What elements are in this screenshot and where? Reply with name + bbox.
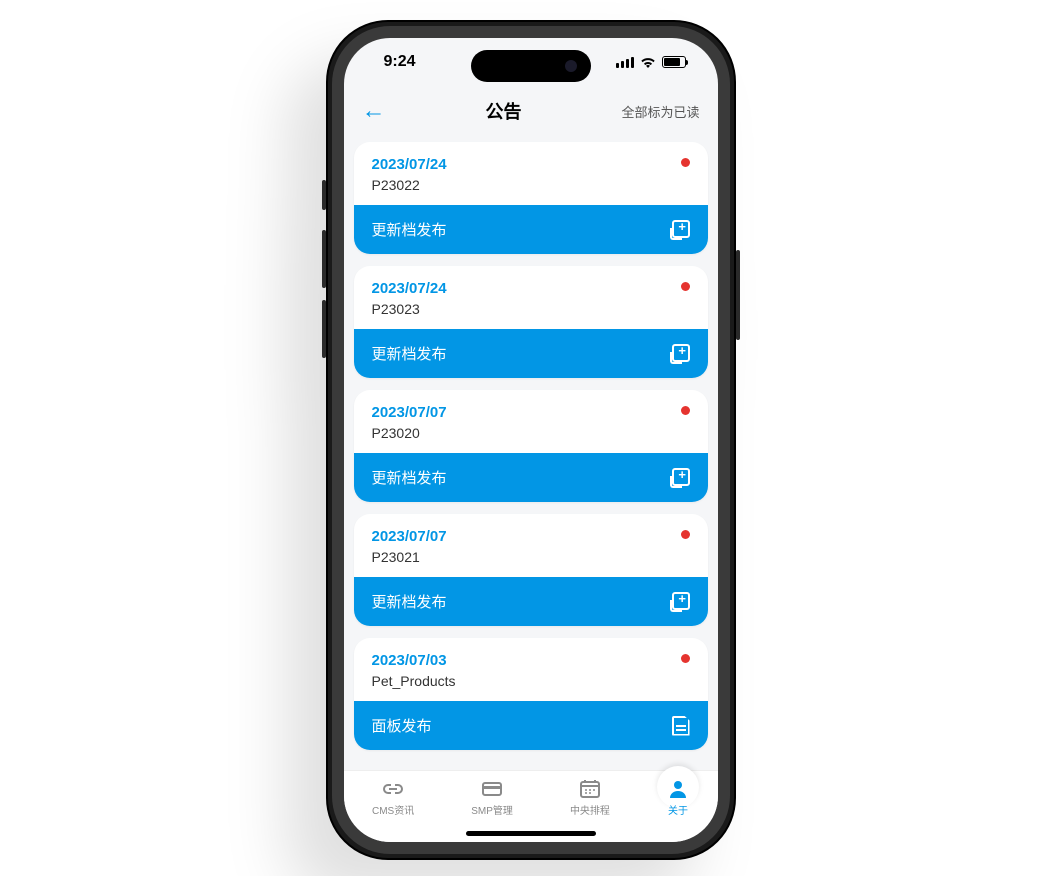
calendar-icon — [579, 780, 601, 798]
unread-indicator — [681, 654, 690, 663]
battery-icon — [662, 56, 686, 68]
card-header: 2023/07/03 Pet_Products — [354, 638, 708, 701]
card-date: 2023/07/03 — [372, 652, 690, 669]
dynamic-island — [471, 50, 591, 82]
card-icon — [481, 780, 503, 798]
announcement-card[interactable]: 2023/07/07 P23021 更新档发布 — [354, 514, 708, 626]
card-action-bar[interactable]: 更新档发布 — [354, 577, 708, 626]
tab-link[interactable]: CMS资讯 — [372, 780, 414, 817]
copy-plus-icon — [670, 592, 690, 612]
card-action-label: 更新档发布 — [372, 591, 447, 612]
card-action-bar[interactable]: 面板发布 — [354, 701, 708, 750]
mark-all-read-button[interactable]: 全部标为已读 — [621, 102, 699, 121]
side-button — [322, 180, 326, 210]
screen: 9:24 ← 公告 全部标为已读 2023/07/24P23022更新档发布20… — [344, 38, 718, 842]
signal-icon — [616, 57, 634, 68]
side-button — [322, 230, 326, 288]
page-title: 公告 — [485, 98, 521, 124]
copy-plus-icon — [670, 220, 690, 240]
tab-label: 中央排程 — [570, 802, 610, 817]
unread-indicator — [681, 158, 690, 167]
person-icon — [667, 780, 689, 798]
announcement-list[interactable]: 2023/07/24 P23022 更新档发布 2023/07/24 P23023 更新档… — [344, 136, 718, 770]
back-button[interactable]: ← — [362, 97, 386, 125]
tab-person[interactable]: 关于 — [667, 780, 689, 817]
status-time: 9:24 — [384, 53, 416, 71]
card-header: 2023/07/24 P23023 — [354, 266, 708, 329]
card-date: 2023/07/24 — [372, 156, 690, 173]
card-code: Pet_Products — [372, 673, 690, 689]
card-code: P23022 — [372, 177, 690, 193]
status-icons — [616, 56, 686, 68]
card-action-label: 更新档发布 — [372, 467, 447, 488]
tab-label: CMS资讯 — [372, 802, 414, 817]
unread-indicator — [681, 530, 690, 539]
side-button — [322, 300, 326, 358]
status-bar: 9:24 — [344, 38, 718, 86]
wifi-icon — [640, 56, 656, 68]
announcement-card[interactable]: 2023/07/07 P23020 更新档发布 — [354, 390, 708, 502]
unread-indicator — [681, 282, 690, 291]
card-action-label: 更新档发布 — [372, 343, 447, 364]
card-date: 2023/07/24 — [372, 280, 690, 297]
tab-label: 关于 — [668, 802, 688, 817]
card-action-bar[interactable]: 更新档发布 — [354, 205, 708, 254]
file-icon — [672, 716, 690, 736]
card-action-label: 更新档发布 — [372, 219, 447, 240]
unread-indicator — [681, 406, 690, 415]
card-action-bar[interactable]: 更新档发布 — [354, 329, 708, 378]
tab-card[interactable]: SMP管理 — [471, 780, 513, 817]
side-button — [736, 250, 740, 340]
card-header: 2023/07/07 P23021 — [354, 514, 708, 577]
copy-plus-icon — [670, 344, 690, 364]
card-header: 2023/07/24 P23022 — [354, 142, 708, 205]
app-header: ← 公告 全部标为已读 — [344, 86, 718, 136]
card-code: P23020 — [372, 425, 690, 441]
card-action-bar[interactable]: 更新档发布 — [354, 453, 708, 502]
card-action-label: 面板发布 — [372, 715, 432, 736]
phone-mockup: 9:24 ← 公告 全部标为已读 2023/07/24P23022更新档发布20… — [326, 20, 736, 860]
tab-calendar[interactable]: 中央排程 — [570, 780, 610, 817]
announcement-card[interactable]: 2023/07/24 P23022 更新档发布 — [354, 142, 708, 254]
card-date: 2023/07/07 — [372, 528, 690, 545]
tab-label: SMP管理 — [471, 802, 513, 817]
link-icon — [382, 780, 404, 798]
card-code: P23023 — [372, 301, 690, 317]
card-date: 2023/07/07 — [372, 404, 690, 421]
announcement-card[interactable]: 2023/07/03 Pet_Products 面板发布 — [354, 638, 708, 750]
announcement-card[interactable]: 2023/07/24 P23023 更新档发布 — [354, 266, 708, 378]
card-header: 2023/07/07 P23020 — [354, 390, 708, 453]
copy-plus-icon — [670, 468, 690, 488]
card-code: P23021 — [372, 549, 690, 565]
home-indicator — [466, 831, 596, 836]
